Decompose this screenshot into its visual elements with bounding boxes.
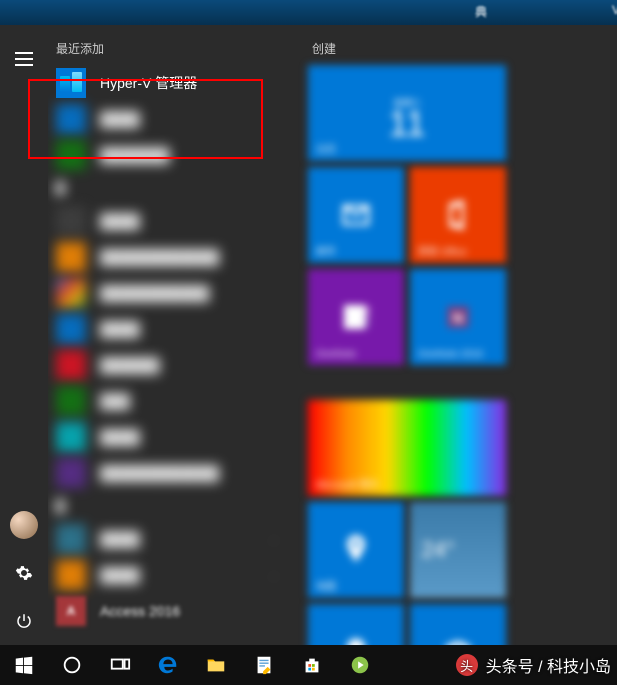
app-icon <box>349 654 371 676</box>
cortana-icon <box>61 654 83 676</box>
app-item-blurred[interactable]: █ <box>48 173 288 203</box>
avatar <box>10 511 38 539</box>
tile-group-2: Microsoft 照片 地图 24° 提示 相机 <box>308 400 607 645</box>
tiles-column: 创建 星期六 11 日历 邮件 获取 Office OneNote N OneN <box>298 25 617 645</box>
chevron-down-icon: ⌄ <box>270 534 278 545</box>
gear-icon <box>15 564 33 582</box>
app-item-blurred[interactable]: ███████ <box>48 137 288 173</box>
weather-temp: 24° <box>421 537 454 563</box>
app-item-blurred[interactable]: ████⌄ <box>48 557 288 593</box>
tile-office[interactable]: 获取 Office <box>410 167 506 263</box>
taskbar-edge[interactable] <box>144 645 192 685</box>
task-view-button[interactable] <box>96 645 144 685</box>
tile-weather[interactable]: 24° <box>410 502 506 598</box>
taskbar-notepad[interactable] <box>240 645 288 685</box>
onenote-icon: N <box>440 299 476 335</box>
tile-maps[interactable]: 地图 <box>308 502 404 598</box>
task-view-icon <box>109 654 131 676</box>
tile-label: Microsoft 照片 <box>316 476 379 491</box>
settings-button[interactable] <box>0 549 48 597</box>
tile-label: OneNote 2016 <box>418 349 483 360</box>
app-item-hyper-v[interactable]: Hyper-V 管理器 <box>48 65 288 101</box>
tile-group-1: 星期六 11 日历 邮件 获取 Office OneNote N OneNote… <box>308 65 607 365</box>
notepad-icon <box>253 654 275 676</box>
app-item-access[interactable]: A Access 2016 <box>48 593 288 629</box>
app-item-blurred[interactable]: ████████████ <box>48 455 288 491</box>
app-item-blurred[interactable]: ███████████ <box>48 275 288 311</box>
calendar-date: 11 <box>388 103 425 145</box>
start-menu: 最近添加 Hyper-V 管理器 ████ ███████ █ ████ ███… <box>0 25 617 645</box>
tile-onenote-2016[interactable]: N OneNote 2016 <box>410 269 506 365</box>
left-rail <box>0 25 48 645</box>
app-item-blurred[interactable]: ████ <box>48 203 288 239</box>
app-item-blurred[interactable]: ████ <box>48 419 288 455</box>
top-char: 典 <box>475 3 487 20</box>
power-button[interactable] <box>0 597 48 645</box>
office-icon <box>440 197 476 233</box>
hamburger-button[interactable] <box>0 35 48 83</box>
watermark-text: 头条号 / 科技小岛 <box>486 653 611 677</box>
apps-list: 最近添加 Hyper-V 管理器 ████ ███████ █ ████ ███… <box>48 25 298 645</box>
lightbulb-icon <box>338 634 374 645</box>
svg-text:N: N <box>453 310 464 327</box>
cortana-button[interactable] <box>48 645 96 685</box>
app-label: Hyper-V 管理器 <box>100 73 197 93</box>
windows-icon <box>13 654 35 676</box>
section-header-recent: 最近添加 <box>48 25 288 65</box>
tile-label: OneNote <box>316 349 356 360</box>
desktop-strip: 典 V <box>0 0 617 25</box>
app-item-blurred[interactable]: ██████ <box>48 347 288 383</box>
app-item-blurred[interactable]: ████ <box>48 101 288 137</box>
app-item-blurred[interactable]: █ <box>48 491 288 521</box>
app-item-blurred[interactable]: ████⌄ <box>48 521 288 557</box>
taskbar-app[interactable] <box>336 645 384 685</box>
watermark: 头 头条号 / 科技小岛 <box>456 651 611 679</box>
chevron-down-icon: ⌄ <box>270 570 278 581</box>
power-icon <box>15 612 33 630</box>
tile-mail[interactable]: 邮件 <box>308 167 404 263</box>
hyper-v-icon <box>56 68 86 98</box>
taskbar-explorer[interactable] <box>192 645 240 685</box>
tile-photos[interactable]: Microsoft 照片 <box>308 400 506 496</box>
folder-icon <box>205 654 227 676</box>
mail-icon <box>338 197 374 233</box>
access-icon: A <box>56 596 86 626</box>
tile-camera[interactable]: 相机 <box>410 604 506 645</box>
tile-label: 地图 <box>316 578 336 593</box>
map-pin-icon <box>338 532 374 568</box>
app-item-blurred[interactable]: ███ <box>48 383 288 419</box>
start-button[interactable] <box>0 645 48 685</box>
app-item-blurred[interactable]: ████████████ <box>48 239 288 275</box>
edge-icon <box>157 654 179 676</box>
watermark-icon: 头 <box>456 654 478 676</box>
tile-calendar[interactable]: 星期六 11 日历 <box>308 65 506 161</box>
user-account-button[interactable] <box>0 501 48 549</box>
tile-label: 获取 Office <box>418 243 467 258</box>
tile-label: 邮件 <box>316 243 336 258</box>
app-item-blurred[interactable]: ████ <box>48 311 288 347</box>
tile-tips[interactable]: 提示 <box>308 604 404 645</box>
section-header-create: 创建 <box>308 25 607 65</box>
taskbar-store[interactable] <box>288 645 336 685</box>
onenote-icon <box>338 299 374 335</box>
app-label: Access 2016 <box>100 603 180 619</box>
camera-icon <box>440 634 476 645</box>
tile-onenote[interactable]: OneNote <box>308 269 404 365</box>
tile-label: 日历 <box>316 141 336 156</box>
store-icon <box>301 654 323 676</box>
top-char: V <box>612 3 617 17</box>
